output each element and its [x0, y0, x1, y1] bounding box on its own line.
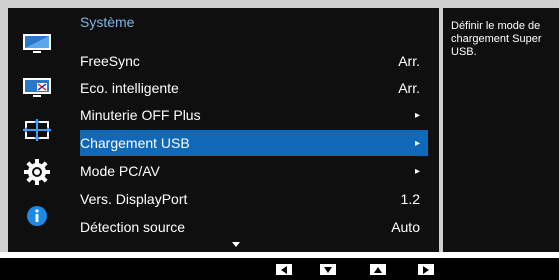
menu-item-label: Minuterie OFF Plus: [80, 107, 201, 123]
menu-item-label: Eco. intelligente: [80, 80, 179, 96]
info-icon[interactable]: [8, 198, 66, 234]
sidebar: [8, 8, 66, 252]
menu-item-chargement-usb[interactable]: Chargement USB ▸: [80, 130, 428, 156]
up-arrow-icon: [374, 266, 382, 273]
menu-item-value: Arr.: [398, 53, 420, 69]
menu-item-label: Vers. DisplayPort: [80, 191, 188, 207]
navigation-bar: [0, 258, 559, 280]
submenu-arrow-icon: ▸: [414, 109, 420, 121]
picture-icon[interactable]: [8, 26, 66, 62]
menu-item-minuterie-off-plus[interactable]: Minuterie OFF Plus ▸: [80, 102, 428, 128]
submenu-arrow-icon: ▸: [414, 165, 420, 177]
left-button[interactable]: [276, 264, 292, 275]
scroll-down-indicator-icon[interactable]: [232, 242, 240, 247]
color-icon[interactable]: [8, 70, 66, 106]
system-gear-icon[interactable]: [8, 154, 66, 190]
up-button[interactable]: [370, 264, 386, 275]
left-arrow-icon: [281, 265, 287, 274]
down-button[interactable]: [320, 264, 336, 275]
menu-item-label: Détection source: [80, 219, 186, 235]
help-text: Définir le mode de chargement Super USB.: [451, 20, 542, 58]
menu-item-value: Auto: [391, 219, 420, 235]
menu-item-value: Arr.: [398, 80, 420, 96]
down-arrow-icon: [324, 266, 332, 273]
screen-size-icon[interactable]: [8, 112, 66, 148]
osd-window: Système FreeSync Arr. Eco. intelligente …: [0, 0, 559, 252]
menu-item-value: 1.2: [400, 191, 420, 207]
menu-item-detection-source[interactable]: Détection source Auto: [80, 214, 428, 240]
menu-item-mode-pc-av[interactable]: Mode PC/AV ▸: [80, 158, 428, 184]
help-panel: Définir le mode de chargement Super USB.: [443, 8, 559, 252]
menu-item-label: FreeSync: [80, 53, 140, 69]
menu-item-eco-intelligente[interactable]: Eco. intelligente Arr.: [80, 75, 428, 101]
menu-item-vers-displayport[interactable]: Vers. DisplayPort 1.2: [80, 186, 428, 212]
menu-item-label: Mode PC/AV: [80, 163, 160, 179]
submenu-arrow-icon: ▸: [414, 137, 420, 149]
right-button[interactable]: [418, 264, 434, 275]
menu-panel: Système FreeSync Arr. Eco. intelligente …: [66, 8, 439, 252]
menu-title: Système: [80, 14, 135, 30]
right-arrow-icon: [423, 265, 429, 274]
menu-item-freesync[interactable]: FreeSync Arr.: [80, 48, 428, 74]
menu-item-label: Chargement USB: [80, 135, 190, 151]
